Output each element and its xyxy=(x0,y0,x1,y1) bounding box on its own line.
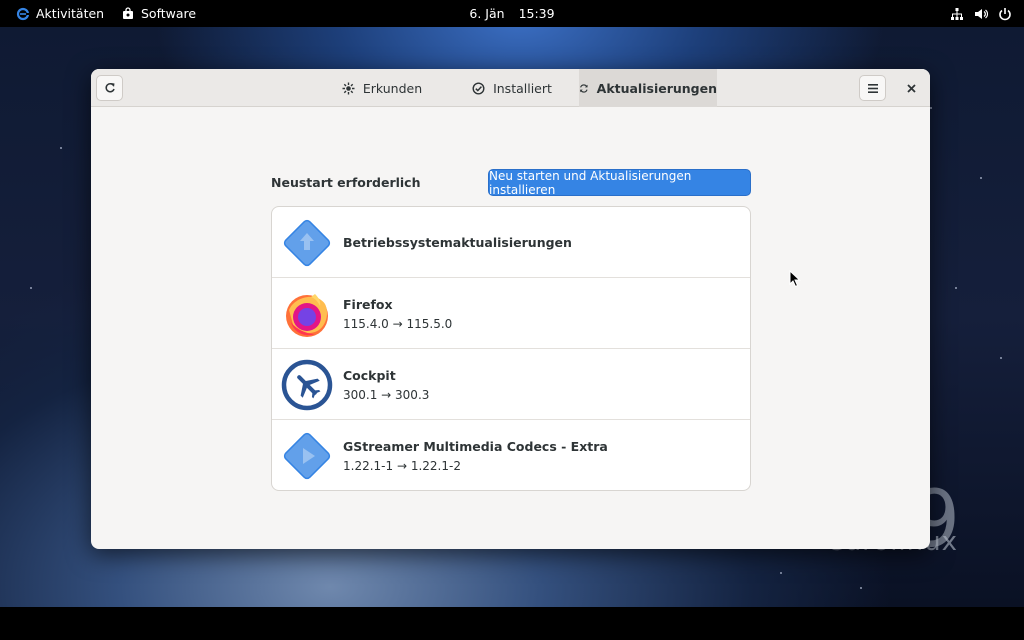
main-menu-button[interactable] xyxy=(859,75,886,101)
updates-list: Betriebssystemaktualisierungen Firefox 1… xyxy=(271,206,751,491)
hamburger-icon xyxy=(867,83,878,93)
tab-explore[interactable]: Erkunden xyxy=(319,69,445,107)
updates-refresh-icon xyxy=(580,83,588,93)
tab-updates[interactable]: Aktualisierungen xyxy=(579,69,717,107)
volume-icon[interactable] xyxy=(974,7,988,21)
close-icon xyxy=(907,83,916,93)
header-bar: Erkunden Installiert Aktualisierungen xyxy=(91,69,930,107)
bottom-bar xyxy=(0,607,1024,640)
tab-installed-label: Installiert xyxy=(493,80,552,96)
clock-time: 15:39 xyxy=(518,6,555,21)
update-name: Cockpit xyxy=(343,368,396,383)
system-tray[interactable] xyxy=(950,0,1012,27)
firefox-icon xyxy=(286,294,328,337)
list-item[interactable]: Betriebssystemaktualisierungen xyxy=(272,207,750,278)
os-update-icon xyxy=(283,219,331,267)
gstreamer-icon xyxy=(283,432,331,480)
power-icon[interactable] xyxy=(998,7,1012,21)
update-version: 1.22.1-1 → 1.22.1-2 xyxy=(343,459,461,473)
update-version: 115.4.0 → 115.5.0 xyxy=(343,317,453,331)
update-name: Betriebssystemaktualisierungen xyxy=(343,235,572,250)
refresh-button[interactable] xyxy=(96,75,123,101)
network-icon[interactable] xyxy=(950,7,964,21)
restart-required-heading: Neustart erforderlich xyxy=(271,175,421,190)
installed-check-icon xyxy=(472,81,485,95)
refresh-icon xyxy=(104,83,115,93)
clock-date: 6. Jän xyxy=(469,6,505,21)
close-window-button[interactable] xyxy=(898,75,925,101)
top-bar: Aktivitäten Software 6. Jän 15:39 xyxy=(0,0,1024,27)
view-switcher: Erkunden Installiert Aktualisierungen xyxy=(319,69,717,107)
tab-installed[interactable]: Installiert xyxy=(445,69,579,107)
updates-page: Neustart erforderlich Neu starten und Ak… xyxy=(91,107,930,549)
list-item[interactable]: GStreamer Multimedia Codecs - Extra 1.22… xyxy=(272,420,750,490)
restart-and-install-button[interactable]: Neu starten und Aktualisierungen install… xyxy=(488,169,751,197)
list-item[interactable]: Firefox 115.4.0 → 115.5.0 xyxy=(272,278,750,349)
update-version: 300.1 → 300.3 xyxy=(343,388,430,402)
update-name: Firefox xyxy=(343,297,393,312)
software-window: Erkunden Installiert Aktualisierungen Ne… xyxy=(91,69,930,549)
tab-updates-label: Aktualisierungen xyxy=(596,80,717,96)
update-name: GStreamer Multimedia Codecs - Extra xyxy=(343,439,608,454)
list-item[interactable]: Cockpit 300.1 → 300.3 xyxy=(272,349,750,420)
clock-button[interactable]: 6. Jän 15:39 xyxy=(0,0,1024,27)
tab-explore-label: Erkunden xyxy=(362,80,423,96)
explore-icon xyxy=(342,82,355,94)
mouse-pointer-icon xyxy=(789,270,801,288)
cockpit-icon xyxy=(281,359,333,411)
